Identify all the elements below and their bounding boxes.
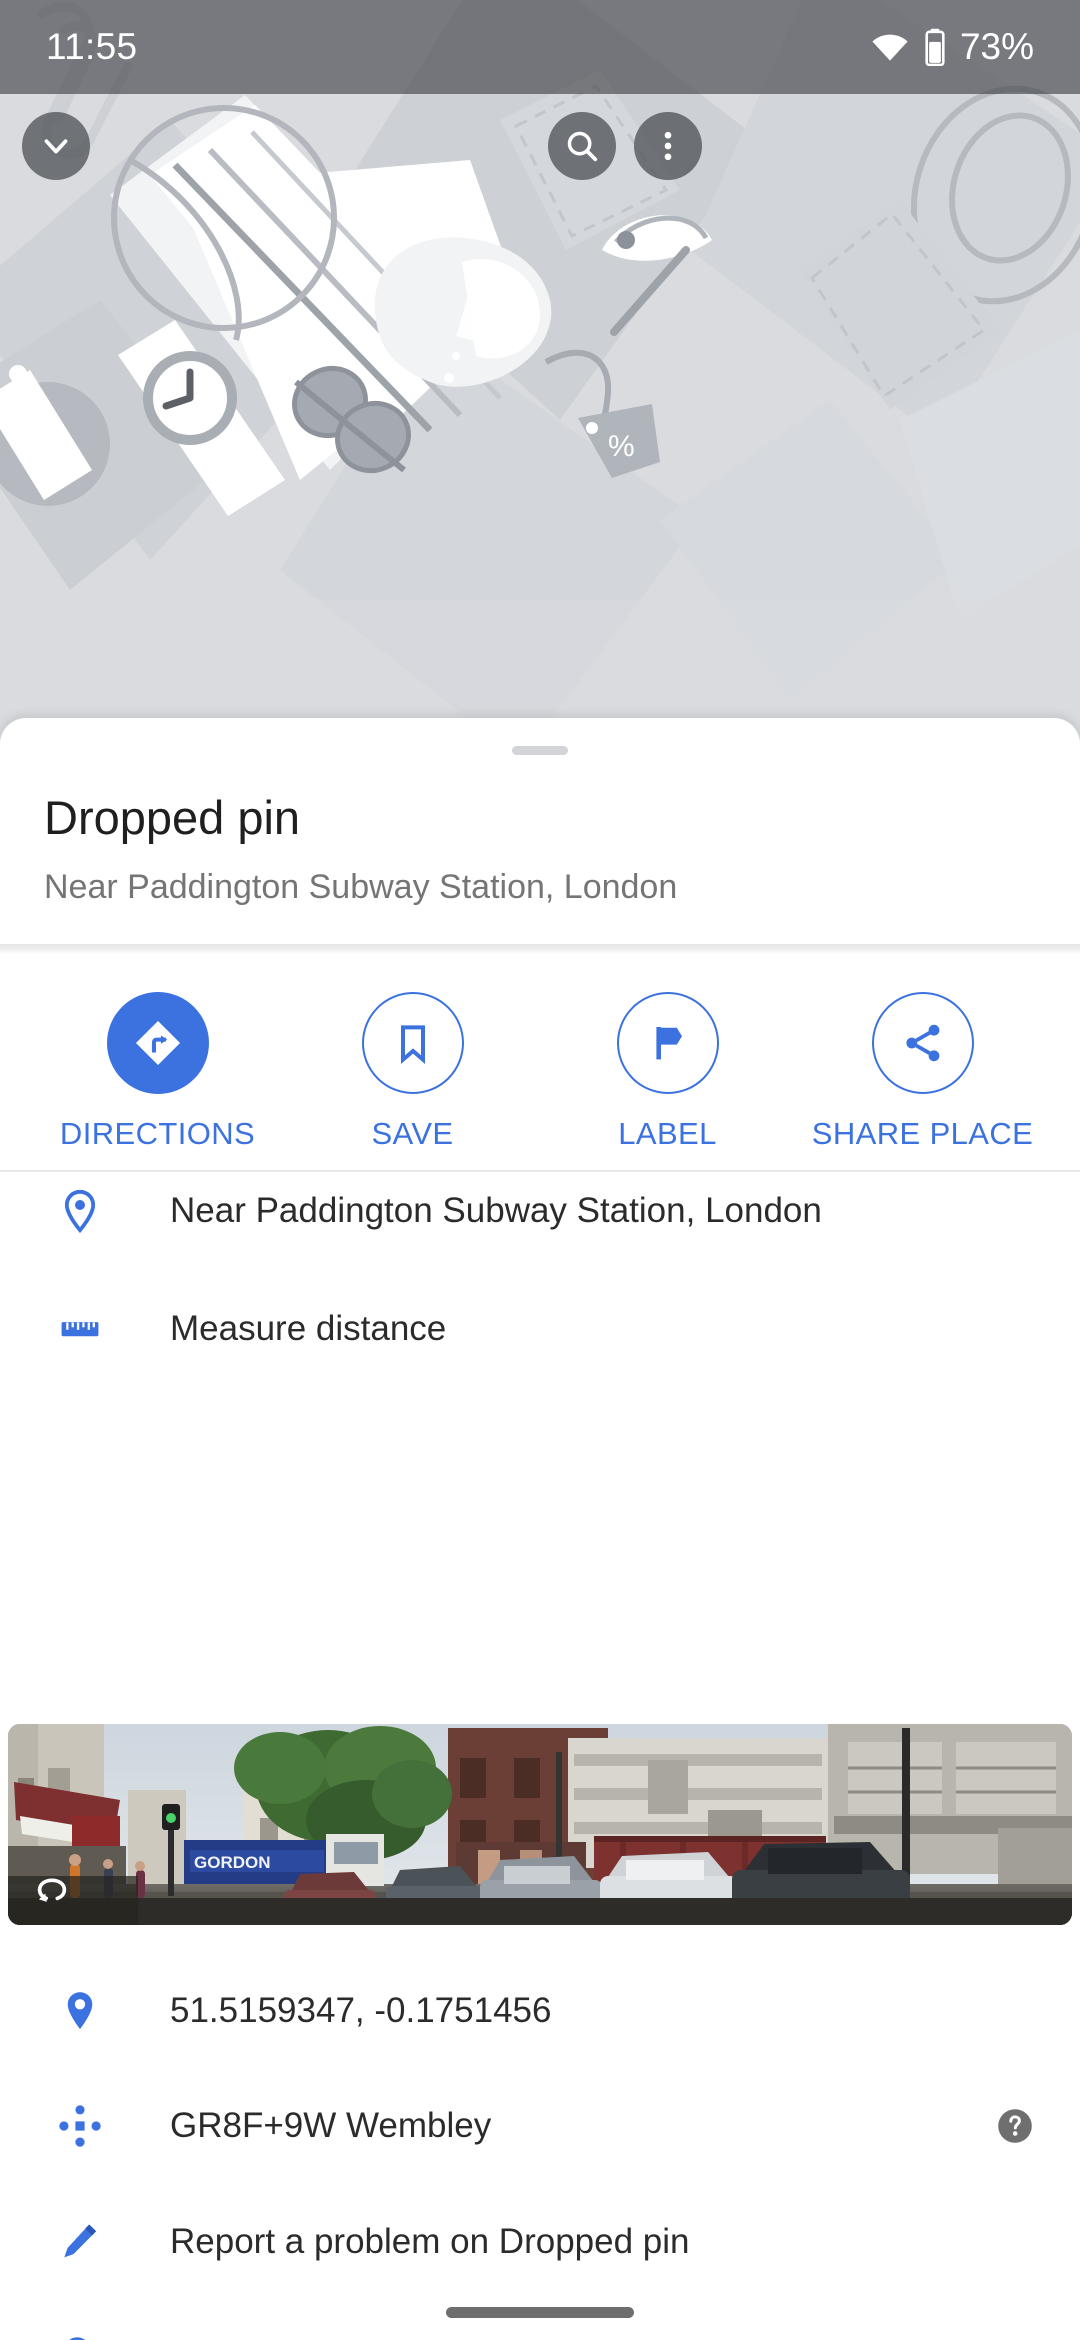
label-action[interactable]: LABEL — [540, 970, 795, 1152]
place-pin-icon — [44, 1175, 116, 1247]
share-label: SHARE PLACE — [811, 1116, 1034, 1151]
search-icon — [567, 131, 598, 162]
add-place-icon — [44, 2322, 116, 2340]
pano-rotate-icon — [37, 1878, 67, 1902]
label-label: LABEL — [618, 1116, 717, 1151]
save-button[interactable] — [361, 992, 464, 1094]
coordinates-text: 51.5159347, -0.1751456 — [170, 1991, 552, 2030]
map-placeholder-illustration: % — [0, 0, 1080, 740]
measure-distance-text: Measure distance — [170, 1309, 447, 1348]
plus-code-icon — [44, 2090, 116, 2162]
place-subtitle: Near Paddington Subway Station, London — [44, 867, 678, 906]
bookmark-icon — [400, 1025, 425, 1064]
pencil-icon — [44, 2206, 116, 2278]
svg-text:%: % — [608, 430, 635, 463]
ruler-icon — [44, 1293, 116, 1365]
help-circle-icon — [998, 2109, 1032, 2143]
map-pin-icon — [44, 1975, 116, 2047]
plus-code-text: GR8F+9W Wembley — [170, 2106, 492, 2145]
overflow-menu-icon — [664, 131, 672, 161]
gesture-nav-pill[interactable] — [446, 2307, 634, 2318]
directions-button[interactable] — [106, 992, 209, 1094]
street-view-image: GORDON — [8, 1724, 1072, 1925]
search-button[interactable] — [548, 112, 616, 180]
directions-action[interactable]: DIRECTIONS — [30, 970, 285, 1152]
map-hero-area[interactable]: % 11:55 73% — [0, 0, 1080, 740]
plus-code-row[interactable]: GR8F+9W Wembley — [0, 2068, 1080, 2184]
svg-text:GORDON: GORDON — [194, 1853, 271, 1872]
address-row[interactable]: Near Paddington Subway Station, London — [0, 1148, 1080, 1274]
battery-percent-label: 73% — [959, 26, 1034, 67]
section-divider — [0, 944, 1080, 954]
page-title: Dropped pin — [44, 791, 301, 844]
status-indicators: 73% — [870, 26, 1034, 68]
chevron-down-icon — [44, 139, 68, 154]
quick-actions-bar: DIRECTIONS SAVE LABEL SHARE PLACE — [0, 970, 1080, 1170]
directions-icon — [135, 1020, 180, 1066]
overflow-menu-button[interactable] — [634, 112, 702, 180]
plus-code-help-button[interactable] — [994, 2105, 1036, 2147]
address-text: Near Paddington Subway Station, London — [170, 1191, 822, 1230]
street-view-thumbnail[interactable]: GORDON — [8, 1724, 1072, 1925]
add-missing-place-row[interactable]: Add a missing place — [0, 2300, 1080, 2340]
place-header: Dropped pin Near Paddington Subway Stati… — [44, 792, 1036, 907]
share-action[interactable]: SHARE PLACE — [795, 970, 1050, 1152]
wifi-icon — [872, 34, 908, 61]
report-problem-row[interactable]: Report a problem on Dropped pin — [0, 2184, 1080, 2300]
coordinates-row[interactable]: 51.5159347, -0.1751456 — [0, 1954, 1080, 2068]
save-action[interactable]: SAVE — [285, 970, 540, 1152]
share-button[interactable] — [871, 992, 974, 1094]
share-icon — [905, 1024, 939, 1062]
sheet-drag-handle[interactable] — [512, 746, 568, 755]
directions-label: DIRECTIONS — [59, 1116, 256, 1151]
report-problem-text: Report a problem on Dropped pin — [170, 2222, 690, 2261]
measure-distance-row[interactable]: Measure distance — [0, 1274, 1080, 1384]
label-button[interactable] — [616, 992, 719, 1094]
flag-icon — [655, 1027, 682, 1060]
battery-icon — [925, 28, 945, 66]
app-screen: % 11:55 73% Dropped pin Near Paddington … — [0, 0, 1080, 2340]
status-bar: 11:55 73% — [0, 0, 1080, 94]
save-label: SAVE — [371, 1116, 454, 1151]
place-details-sheet: Dropped pin Near Paddington Subway Stati… — [0, 718, 1080, 2340]
collapse-button[interactable] — [22, 112, 90, 180]
status-clock: 11:55 — [46, 26, 138, 67]
